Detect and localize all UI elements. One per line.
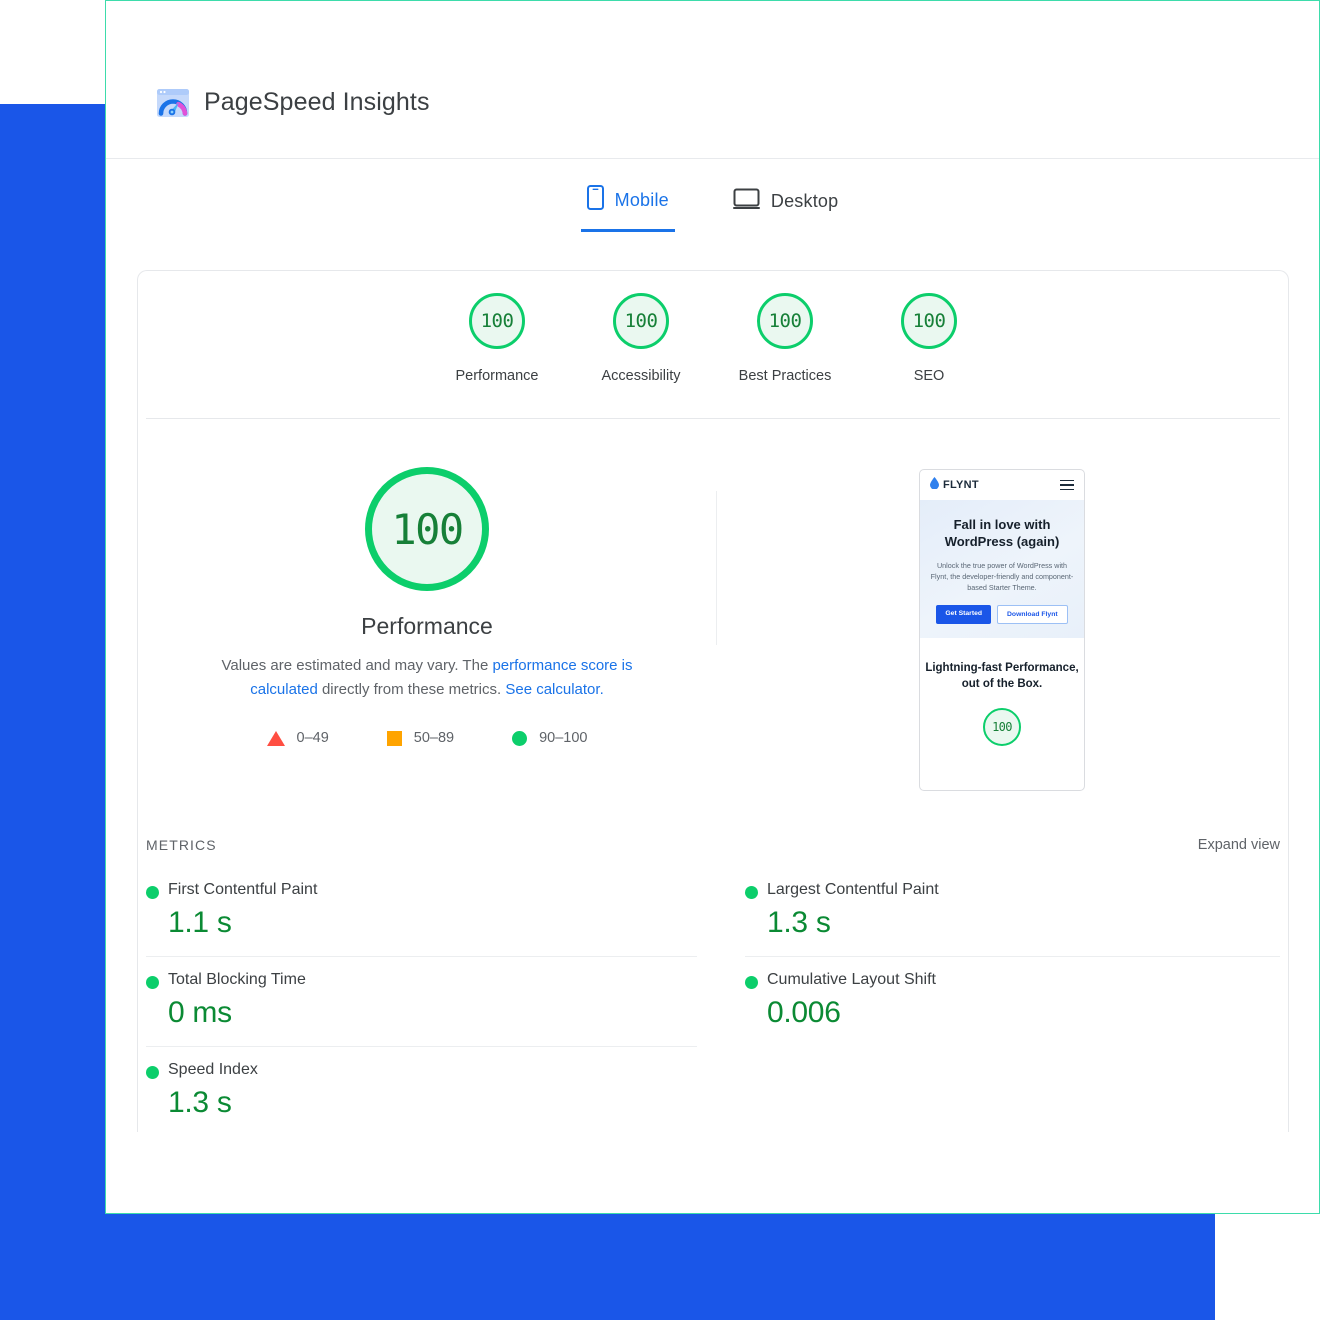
page-title: PageSpeed Insights bbox=[204, 88, 430, 116]
get-started-button[interactable]: Get Started bbox=[936, 605, 992, 624]
expand-view-button[interactable]: Expand view bbox=[1198, 837, 1280, 853]
metrics-column-right: Largest Contentful Paint 1.3 s Cumulativ… bbox=[713, 867, 1280, 1136]
brand: PageSpeed Insights bbox=[156, 88, 430, 118]
metrics-grid: First Contentful Paint 1.1 s Total Block… bbox=[146, 867, 1280, 1136]
thumbnail-hero-paragraph: Unlock the true power of WordPress with … bbox=[930, 561, 1074, 592]
hamburger-menu-icon[interactable] bbox=[1060, 479, 1074, 491]
category-accessibility[interactable]: 100 Accessibility bbox=[569, 293, 713, 384]
description-prefix: Values are estimated and may vary. The bbox=[221, 657, 493, 674]
pagespeed-insights-card: PageSpeed Insights Mobile Desktop 100 Pe… bbox=[105, 0, 1320, 1214]
thumbnail-hero-heading: Fall in love with WordPress (again) bbox=[944, 517, 1060, 549]
metric-value: 1.3 s bbox=[767, 906, 831, 939]
metric-row[interactable]: Largest Contentful Paint 1.3 s bbox=[745, 867, 1280, 957]
category-seo[interactable]: 100 SEO bbox=[857, 293, 1001, 384]
legend-range: 0–49 bbox=[296, 730, 329, 746]
score-legend: 0–49 50–89 90–100 bbox=[266, 730, 587, 746]
category-label: Best Practices bbox=[738, 368, 832, 384]
legend-item-pass: 90–100 bbox=[512, 730, 587, 746]
thumbnail-lower-heading: Lightning-fast Performance, out of the B… bbox=[925, 662, 1079, 690]
description-middle: directly from these metrics. bbox=[317, 681, 506, 698]
metric-row[interactable]: Speed Index 1.3 s bbox=[146, 1047, 697, 1136]
thumbnail-brand-name: FLYNT bbox=[943, 479, 979, 491]
score-ring: 100 bbox=[757, 293, 813, 349]
metric-value: 0 ms bbox=[168, 996, 232, 1029]
score-ring: 100 bbox=[469, 293, 525, 349]
thumbnail-navbar: FLYNT bbox=[920, 470, 1084, 500]
category-label: Performance bbox=[455, 368, 539, 384]
legend-range: 90–100 bbox=[539, 730, 588, 746]
circle-icon bbox=[512, 730, 528, 746]
metric-row[interactable]: Cumulative Layout Shift 0.006 bbox=[745, 957, 1280, 1046]
metrics-column-left: First Contentful Paint 1.1 s Total Block… bbox=[146, 867, 713, 1136]
legend-item-fail: 0–49 bbox=[266, 730, 329, 746]
category-performance[interactable]: 100 Performance bbox=[425, 293, 569, 384]
category-best-practices[interactable]: 100 Best Practices bbox=[713, 293, 857, 384]
download-flynt-button[interactable]: Download Flynt bbox=[997, 605, 1068, 624]
pagespeed-gauge-icon bbox=[156, 88, 190, 118]
performance-score-ring: 100 bbox=[365, 467, 489, 591]
device-tabs: Mobile Desktop bbox=[106, 179, 1319, 232]
screenshot-thumbnail-wrap: FLYNT Fall in love with WordPress (again… bbox=[716, 467, 1288, 791]
category-label: Accessibility bbox=[601, 368, 681, 384]
metric-name: Largest Contentful Paint bbox=[767, 881, 939, 898]
square-icon bbox=[386, 730, 402, 746]
status-pass-icon bbox=[146, 1066, 159, 1079]
score-value: 100 bbox=[912, 310, 946, 332]
metric-name: Total Blocking Time bbox=[168, 971, 306, 988]
category-label: SEO bbox=[913, 368, 945, 384]
page-root: PageSpeed Insights Mobile Desktop 100 Pe… bbox=[0, 0, 1320, 1320]
thumbnail-score-value: 100 bbox=[992, 720, 1012, 734]
thumbnail-score-ring: 100 bbox=[983, 708, 1021, 746]
score-ring: 100 bbox=[613, 293, 669, 349]
thumbnail-hero-buttons: Get Started Download Flynt bbox=[928, 605, 1076, 624]
thumbnail-brand: FLYNT bbox=[930, 476, 979, 494]
legend-item-average: 50–89 bbox=[386, 730, 455, 746]
score-ring: 100 bbox=[901, 293, 957, 349]
vertical-divider bbox=[716, 491, 717, 645]
performance-score-value: 100 bbox=[391, 504, 464, 554]
score-value: 100 bbox=[480, 310, 514, 332]
thumbnail-hero: Fall in love with WordPress (again) Unlo… bbox=[920, 500, 1084, 638]
metrics-title: METRICS bbox=[146, 837, 217, 853]
category-scores: 100 Performance 100 Accessibility 100 Be… bbox=[138, 271, 1288, 384]
metric-row[interactable]: First Contentful Paint 1.1 s bbox=[146, 867, 697, 957]
mobile-phone-icon bbox=[586, 185, 604, 215]
results-panel: 100 Performance 100 Accessibility 100 Be… bbox=[137, 270, 1289, 1132]
thumbnail-lower-section: Lightning-fast Performance, out of the B… bbox=[920, 638, 1084, 790]
score-value: 100 bbox=[768, 310, 802, 332]
performance-summary: 100 Performance Values are estimated and… bbox=[138, 467, 716, 791]
status-pass-icon bbox=[745, 886, 758, 899]
metric-value: 1.1 s bbox=[168, 906, 232, 939]
metrics-header: METRICS Expand view bbox=[146, 837, 1280, 853]
performance-description: Values are estimated and may vary. The p… bbox=[192, 654, 662, 702]
status-pass-icon bbox=[146, 976, 159, 989]
performance-heading: Performance bbox=[361, 613, 493, 639]
metric-value: 0.006 bbox=[767, 996, 841, 1029]
tab-desktop[interactable]: Desktop bbox=[727, 179, 844, 232]
tab-mobile[interactable]: Mobile bbox=[580, 179, 675, 232]
metric-name: First Contentful Paint bbox=[168, 881, 318, 898]
desktop-monitor-icon bbox=[732, 188, 760, 215]
tab-mobile-label: Mobile bbox=[614, 189, 669, 210]
legend-range: 50–89 bbox=[413, 730, 455, 746]
performance-detail-area: 100 Performance Values are estimated and… bbox=[138, 419, 1288, 791]
app-header: PageSpeed Insights bbox=[106, 1, 1319, 159]
page-screenshot-thumbnail[interactable]: FLYNT Fall in love with WordPress (again… bbox=[919, 469, 1085, 791]
metric-row[interactable]: Total Blocking Time 0 ms bbox=[146, 957, 697, 1047]
score-value: 100 bbox=[624, 310, 658, 332]
triangle-icon bbox=[266, 730, 285, 746]
status-pass-icon bbox=[745, 976, 758, 989]
status-pass-icon bbox=[146, 886, 159, 899]
tab-desktop-label: Desktop bbox=[770, 191, 839, 211]
see-calculator-link[interactable]: See calculator. bbox=[505, 681, 603, 698]
metric-name: Speed Index bbox=[168, 1061, 258, 1078]
water-drop-icon bbox=[930, 476, 939, 494]
metric-name: Cumulative Layout Shift bbox=[767, 971, 936, 988]
metric-value: 1.3 s bbox=[168, 1086, 232, 1119]
